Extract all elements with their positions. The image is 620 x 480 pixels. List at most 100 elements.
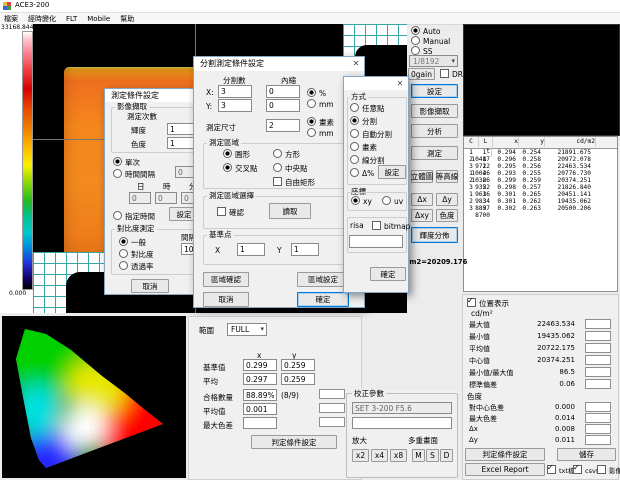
multi-s-button[interactable]: S	[426, 449, 439, 462]
close-icon[interactable]: ✕	[392, 77, 408, 90]
cross-radio[interactable]: 交叉點	[223, 163, 258, 174]
image-file-checkbox[interactable]: 影像檔	[597, 465, 620, 476]
ref-x-input[interactable]	[243, 359, 277, 371]
dialog-title-bar[interactable]: 分割測定條件設定	[194, 57, 364, 71]
zoom-x2-button[interactable]: x2	[352, 449, 369, 462]
area-confirm-button[interactable]: 區域確認	[203, 272, 249, 287]
size-input[interactable]	[266, 119, 300, 132]
option-pixel[interactable]: 畫素	[350, 142, 377, 153]
ok-button[interactable]: 確定	[370, 267, 406, 281]
option-delta-pct[interactable]: Δ%	[350, 168, 374, 179]
save-button[interactable]: 儲存	[557, 448, 616, 461]
read-button[interactable]: 讀取	[269, 203, 311, 219]
contour-button[interactable]: 等高線	[436, 170, 458, 183]
table-row[interactable]: 130.3010.26520451.1419834	[464, 191, 617, 198]
interval-radio[interactable]: 時間間隔	[113, 169, 155, 180]
zoom-x8-button[interactable]: x8	[390, 449, 407, 462]
contrast-radio[interactable]: 對比度	[119, 249, 154, 260]
judge-condition-button[interactable]: 判定條件設定	[465, 448, 545, 461]
hour-input[interactable]	[155, 192, 177, 204]
calibration-preset2[interactable]	[352, 417, 452, 429]
timed-radio[interactable]: 指定時間	[113, 211, 155, 222]
excel-report-button[interactable]: Excel Report	[465, 463, 545, 476]
menu-flt[interactable]: FLT	[66, 15, 77, 23]
ref-y-input[interactable]	[281, 359, 315, 371]
bitmap-checkbox[interactable]: bitmap	[372, 221, 410, 232]
table-row[interactable]: 320.2980.25721826.8409616	[464, 184, 617, 191]
capture-button[interactable]: 影像擷取	[411, 104, 458, 118]
lum-count-input[interactable]	[167, 123, 195, 135]
x-inset-input[interactable]	[266, 85, 300, 98]
table-row[interactable]: 110.2940.25421891.67510487	[464, 149, 617, 156]
refx-input[interactable]	[237, 243, 265, 256]
multi-m-button[interactable]: M	[412, 449, 425, 462]
multi-d-button[interactable]: D	[440, 449, 453, 462]
mean-value-input[interactable]	[243, 403, 277, 415]
pass-value-input[interactable]	[243, 389, 277, 401]
maxdiff-value-input[interactable]	[243, 417, 277, 429]
shutter-combo[interactable]: 1/8192	[409, 55, 458, 67]
table-row[interactable]: 330.3020.26320500.2068700	[464, 205, 617, 212]
menu-mobile[interactable]: Mobile	[87, 15, 110, 23]
pixel-radio[interactable]: 畫素	[307, 117, 334, 128]
table-row[interactable]: 220.2990.25920374.2519352	[464, 177, 617, 184]
path-input[interactable]	[349, 235, 403, 248]
settings-button[interactable]: 設定	[411, 84, 458, 98]
area-set-button[interactable]: 區域設定	[297, 272, 349, 287]
close-icon[interactable]: ✕	[348, 57, 364, 71]
table-row[interactable]: 120.2930.25520776.73010386	[464, 170, 617, 177]
option-split[interactable]: 分割	[350, 116, 377, 127]
freerect-checkbox[interactable]: 自由矩形	[273, 177, 315, 188]
center-radio[interactable]: 中央點	[273, 163, 308, 174]
txt-file-checkbox[interactable]: txt檔	[547, 465, 574, 476]
refy-input[interactable]	[291, 243, 319, 256]
single-radio[interactable]: 單次	[113, 157, 140, 168]
position-display-checkbox[interactable]: 位置表示	[467, 298, 509, 309]
mm2-radio[interactable]: mm	[307, 128, 334, 139]
chroma-count-input[interactable]	[167, 137, 195, 149]
y-inset-input[interactable]	[266, 99, 300, 112]
cancel-button[interactable]: 取消	[203, 292, 249, 307]
range-judge-condition-button[interactable]: 判定條件設定	[251, 435, 337, 449]
method-set-button[interactable]: 設定	[378, 165, 406, 179]
day-input[interactable]	[129, 192, 151, 204]
option-auto-split[interactable]: 自動分割	[350, 129, 392, 140]
normal-radio[interactable]: 一般	[119, 237, 146, 248]
measure-button[interactable]: 測定	[411, 146, 458, 160]
percent-radio[interactable]: %	[307, 88, 326, 99]
luminance-distribution-button[interactable]: 輝度分佈	[411, 227, 458, 243]
menu-help[interactable]: 幫助	[120, 14, 134, 24]
option-any-point[interactable]: 任意點	[350, 103, 385, 114]
ok-button[interactable]: 確定	[297, 292, 349, 307]
avg-y-input[interactable]	[281, 373, 315, 385]
table-row[interactable]: 230.3010.26219435.0628897	[464, 198, 617, 205]
avg-x-input[interactable]	[243, 373, 277, 385]
table-row[interactable]: 310.2950.25622463.53410046	[464, 163, 617, 170]
table-row[interactable]: 210.2960.25820972.0789722	[464, 156, 617, 163]
delta-xy-button[interactable]: Δxy	[411, 209, 433, 222]
calibration-preset[interactable]	[352, 402, 452, 414]
mm-radio[interactable]: mm	[307, 99, 334, 110]
range-combo[interactable]: FULL	[227, 323, 267, 336]
square-radio[interactable]: 方形	[273, 149, 300, 160]
xy-radio[interactable]: xy	[351, 196, 372, 207]
delta-y-button[interactable]: Δy	[436, 193, 458, 206]
gain-button[interactable]: 0gain	[408, 68, 435, 80]
analyze-button[interactable]: 分析	[411, 124, 458, 138]
circle-radio[interactable]: 圓形	[223, 149, 250, 160]
transmit-radio[interactable]: 透過率	[119, 261, 154, 272]
x-div-input[interactable]	[218, 85, 252, 98]
menu-file[interactable]: 檔案	[4, 14, 18, 24]
y-div-input[interactable]	[218, 99, 252, 112]
zoom-x4-button[interactable]: x4	[371, 449, 388, 462]
cancel-button[interactable]: 取消	[131, 279, 169, 293]
uv-radio[interactable]: uv	[382, 196, 403, 207]
chroma-button[interactable]: 色度	[436, 209, 458, 222]
table-cell: 0.258	[516, 156, 541, 163]
view3d-button[interactable]: 立體圖	[411, 170, 433, 183]
dr-checkbox[interactable]: DR	[440, 69, 463, 80]
menu-trend[interactable]: 經時變化	[28, 14, 56, 24]
cie-chromaticity-diagram[interactable]	[2, 316, 186, 478]
confirm-checkbox[interactable]: 確認	[217, 207, 244, 218]
delta-x-button[interactable]: Δx	[411, 193, 433, 206]
